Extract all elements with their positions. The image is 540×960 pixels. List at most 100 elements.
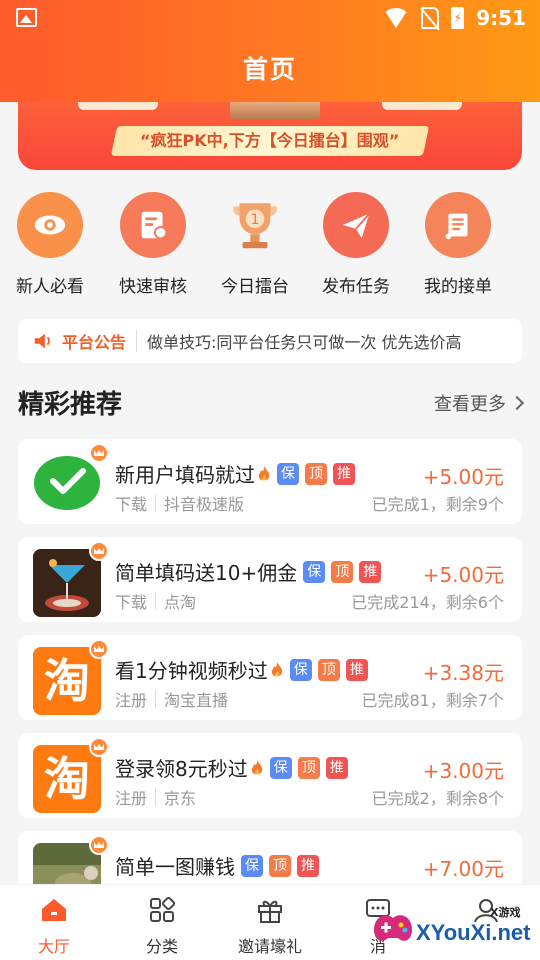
divider: [155, 592, 157, 610]
status-bar: ⚡ 9:51: [0, 0, 540, 36]
task-meta: 注册 淘宝直播: [115, 687, 228, 711]
tag-top: 顶: [331, 560, 354, 583]
task-meta: 注册 京东: [115, 785, 196, 809]
notice-tag: 平台公告: [62, 333, 127, 352]
quick-item-review[interactable]: 快速审核: [103, 192, 203, 297]
divider: [155, 690, 157, 708]
task-thumb: [33, 443, 109, 519]
tag-guarantee: 保: [303, 560, 326, 583]
quick-item-label: 我的接单: [424, 277, 492, 297]
tag-top: 顶: [317, 658, 340, 681]
taobao-icon: 淘: [33, 745, 101, 813]
nav-hall[interactable]: 大厅: [0, 897, 108, 957]
task-meta: 下载 抖音极速版: [115, 491, 244, 515]
see-more-label: 查看更多: [434, 394, 506, 415]
task-title: 简单填码送10+佣金: [115, 561, 298, 585]
banner-notice: “疯狂PK中,下方【今日擂台】围观”: [110, 126, 430, 156]
task-app: 淘宝直播: [164, 691, 229, 710]
task-title-row: 新用户填码就过 保 顶 推: [115, 459, 355, 488]
quick-menu: 新人必看 快速审核 1 今日擂台 发布任务 我的接单: [0, 192, 540, 302]
tag-top: 顶: [269, 854, 291, 877]
svg-text:1: 1: [251, 212, 260, 228]
gamepad-logo-icon: [374, 915, 412, 941]
tag-recommend: 推: [297, 854, 319, 877]
task-type: 注册: [115, 789, 148, 808]
task-title-row: 简单填码送10+佣金 保 顶 推: [115, 557, 382, 586]
no-sim-icon: [421, 7, 440, 29]
nav-invite-gift[interactable]: 邀请壕礼: [216, 897, 324, 957]
chevron-right-icon: [509, 395, 525, 411]
crown-badge-icon: [89, 639, 109, 659]
clock: 9:51: [476, 6, 526, 30]
task-card[interactable]: 简单填码送10+佣金 保 顶 推 +5.00元 下载 点淘 已完成214，剩余6…: [18, 537, 522, 622]
tag-top: 顶: [305, 462, 327, 485]
image-notification-icon: [16, 8, 37, 27]
nav-label: 大厅: [37, 937, 70, 956]
crown-badge-icon: [89, 541, 109, 561]
tag-recommend: 推: [325, 756, 348, 779]
quick-item-arena[interactable]: 1 今日擂台: [205, 192, 305, 297]
nav-label: 分类: [145, 937, 178, 956]
task-progress: 已完成214，剩余6个: [351, 593, 504, 612]
tag-guarantee: 保: [277, 462, 299, 485]
see-more-link[interactable]: 查看更多: [434, 390, 525, 416]
quick-item-publish[interactable]: 发布任务: [306, 192, 406, 297]
fire-icon: [271, 661, 282, 676]
wechat-check-icon: [33, 451, 101, 519]
task-title: 简单一图赚钱: [115, 855, 235, 879]
task-price: +5.00元: [422, 465, 504, 489]
task-app: 京东: [164, 789, 197, 808]
eye-icon: [17, 192, 83, 258]
task-title: 新用户填码就过: [115, 463, 255, 487]
speaker-icon: [34, 333, 50, 349]
task-card[interactable]: 淘 登录领8元秒过 保 顶 推 +3.00元 注册 京东 已完成2，剩余8个: [18, 733, 522, 818]
task-type: 下载: [115, 593, 148, 612]
task-card[interactable]: 简单一图赚钱 保 顶 推 +7.00元: [18, 831, 522, 884]
nav-label: 邀请壕礼: [237, 937, 302, 956]
review-doc-icon: [120, 192, 186, 258]
task-title-row: 登录领8元秒过 保 顶 推: [115, 753, 348, 782]
task-thumb: 淘: [33, 639, 109, 715]
tag-top: 顶: [297, 756, 320, 779]
task-thumb: [33, 835, 109, 884]
tag-recommend: 推: [345, 658, 368, 681]
task-title-row: 看1分钟视频秒过 保 顶 推: [115, 655, 368, 684]
tag-guarantee: 保: [241, 854, 263, 877]
taobao-icon: 淘: [33, 647, 101, 715]
taobao-glyph: 淘: [44, 654, 90, 708]
task-card[interactable]: 新用户填码就过 保 顶 推 +5.00元 下载 抖音极速版 已完成1，剩余9个: [18, 439, 522, 524]
task-progress: 已完成2，剩余8个: [371, 789, 504, 808]
task-price: +5.00元: [422, 563, 504, 587]
app-header: ⚡ 9:51 首页: [0, 0, 540, 102]
quick-item-my-orders[interactable]: 我的接单: [408, 192, 508, 297]
quick-item-newbie[interactable]: 新人必看: [0, 192, 100, 297]
task-price: +7.00元: [422, 857, 504, 881]
tag-guarantee: 保: [269, 756, 292, 779]
trophy-icon: 1: [222, 192, 288, 258]
task-title: 登录领8元秒过: [115, 757, 248, 781]
paper-plane-icon: [323, 192, 389, 258]
section-title: 精彩推荐: [18, 390, 123, 420]
task-card[interactable]: 淘 看1分钟视频秒过 保 顶 推 +3.38元 注册 淘宝直播 已完成81，剩余…: [18, 635, 522, 720]
task-price: +3.38元: [422, 661, 504, 685]
quick-item-label: 新人必看: [16, 277, 84, 297]
status-icons: ⚡ 9:51: [383, 6, 526, 30]
nav-category[interactable]: 分类: [108, 896, 216, 957]
taobao-glyph: 淘: [44, 752, 90, 806]
divider: [155, 788, 157, 806]
battery-charging-icon: ⚡: [451, 7, 465, 29]
cocktail-photo: [33, 549, 101, 617]
category-grid-icon: [150, 896, 176, 922]
task-progress: 已完成1，剩余9个: [371, 495, 504, 514]
fire-icon: [251, 759, 262, 774]
crown-badge-icon: [89, 443, 109, 463]
task-progress: 已完成81，剩余7个: [361, 691, 504, 710]
scroll-icon: [425, 192, 491, 258]
task-type: 注册: [115, 691, 148, 710]
tag-guarantee: 保: [289, 658, 312, 681]
task-price: +3.00元: [422, 759, 504, 783]
platform-notice-bar[interactable]: 平台公告 做单技巧:同平台任务只可做一次 优先选价高: [18, 319, 522, 363]
task-type: 下载: [115, 495, 148, 514]
fire-icon: [258, 465, 270, 480]
quick-item-label: 发布任务: [322, 277, 390, 297]
